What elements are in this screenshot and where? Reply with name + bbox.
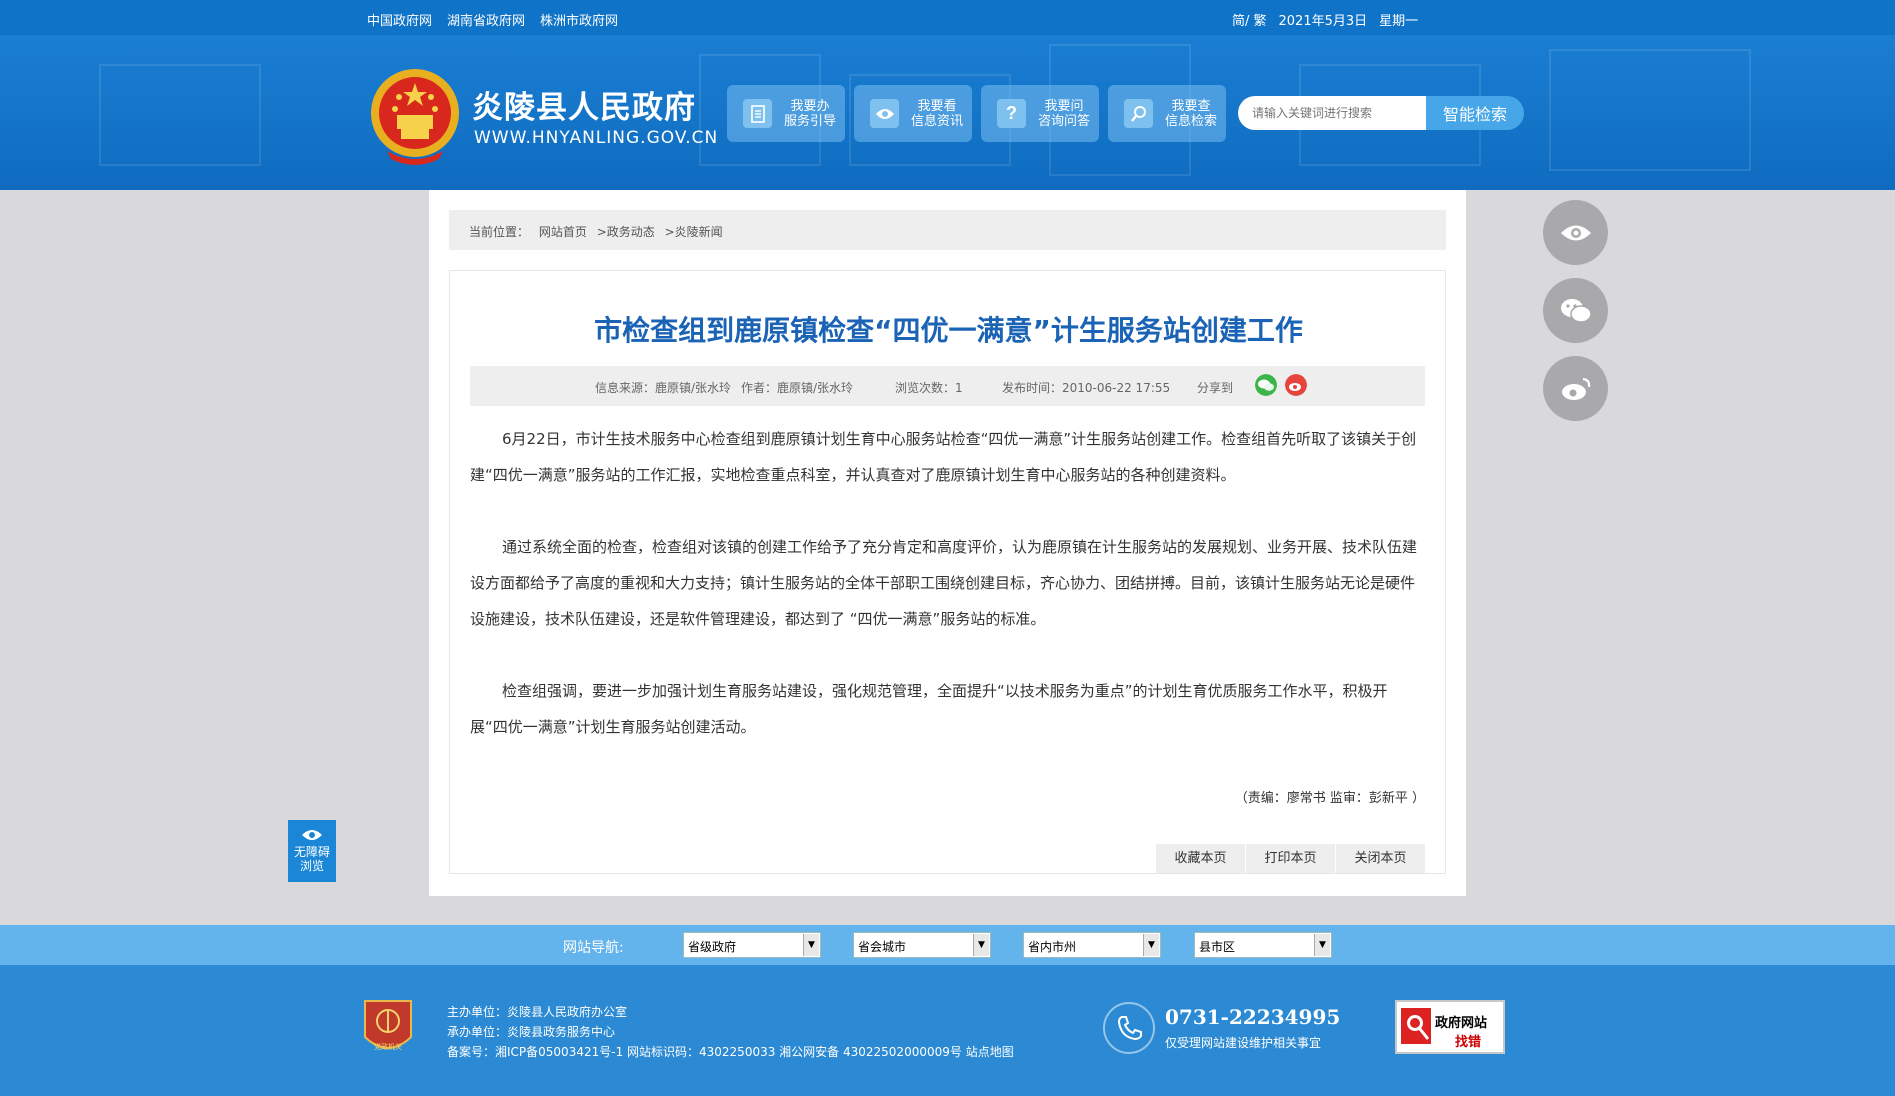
site-header: 炎陵县人民政府 WWW.HNYANLING.GOV.CN 我要办 服务引导 我要看… [0,35,1895,190]
weekday-text: 星期一 [1379,14,1419,29]
meta-author: 作者：鹿原镇/张水玲 [741,381,854,395]
button-sublabel: 咨询问答 [1038,114,1091,129]
magnifier-icon [1401,1008,1431,1044]
gov-site-error-report-button[interactable]: 政府网站 找错 [1395,1000,1505,1054]
chevron-down-icon: ▼ [1143,934,1159,956]
weibo-icon [1561,377,1590,400]
national-emblem-icon [371,69,459,165]
close-page-button[interactable]: 关闭本页 [1335,844,1425,873]
top-right: 简/ 繁 2021年5月3日 星期一 [1232,10,1418,29]
breadcrumb-home[interactable]: 网站首页 [539,225,587,239]
button-sublabel: 服务引导 [784,114,837,129]
meta-published: 发布时间：2010-06-22 17:55 [1002,381,1171,395]
paragraph: 6月22日，市计生技术服务中心检查组到鹿原镇计划生育中心服务站检查“四优一满意”… [470,430,1417,484]
main-panel: 当前位置： 网站首页 >政务动态 >炎陵新闻 市检查组到鹿原镇检查“四优一满意”… [429,190,1466,896]
chevron-down-icon: ▼ [1314,934,1330,956]
accessibility-button[interactable]: 无障碍 浏览 [288,820,336,882]
service-guide-button[interactable]: 我要办 服务引导 [727,85,845,142]
wechat-share-icon[interactable] [1255,374,1277,396]
weibo-share-icon[interactable] [1285,374,1307,396]
chevron-down-icon: ▼ [973,934,989,956]
question-icon: ? [997,99,1026,128]
editor-credits: （责编：廖常书 监审：彭新平 ） [1234,791,1425,806]
select-value: 省级政府 [688,940,737,954]
breadcrumb-news[interactable]: >炎陵新闻 [665,225,723,239]
capital-city-select[interactable]: 省会城市 ▼ [853,932,991,958]
phone-number: 0731-22234995 [1165,1005,1341,1029]
select-value: 省内市州 [1028,940,1077,954]
site-title: 炎陵县人民政府 [472,90,696,126]
button-label: 我要问 [1044,99,1084,114]
float-wechat-button[interactable] [1543,278,1608,343]
eye-icon [302,830,322,840]
footer-organizer: 承办单位：炎陵县政务服务中心 [447,1025,616,1039]
breadcrumb-label: 当前位置： [469,225,530,239]
paragraph: 通过系统全面的检查，检查组对该镇的创建工作给予了充分肯定和高度评价，认为鹿原镇在… [470,538,1418,628]
article-meta: 信息来源：鹿原镇/张水玲 作者：鹿原镇/张水玲 浏览次数：1 发布时间：2010… [470,366,1425,406]
accessibility-sublabel: 浏览 [299,859,324,873]
print-page-button[interactable]: 打印本页 [1245,844,1335,873]
share-label: 分享到 [1197,381,1234,395]
eye-icon [870,99,899,128]
bookmark-page-button[interactable]: 收藏本页 [1155,844,1245,873]
link-china-gov[interactable]: 中国政府网 [367,10,432,29]
language-toggle[interactable]: 简/ 繁 [1232,10,1267,29]
meta-source: 信息来源：鹿原镇/张水玲 [595,381,732,395]
date-text: 2021年5月3日 [1278,14,1368,29]
button-sublabel: 信息资讯 [911,114,964,129]
article-title: 市检查组到鹿原镇检查“四优一满意”计生服务站创建工作 [594,314,1303,347]
breadcrumb-gov-affairs[interactable]: >政务动态 [597,225,655,239]
search-icon [1124,99,1153,128]
province-city-select[interactable]: 省内市州 ▼ [1023,932,1161,958]
site-nav-label: 网站导航: [563,940,624,956]
province-gov-select[interactable]: 省级政府 ▼ [683,932,821,958]
float-weibo-button[interactable] [1543,356,1608,421]
select-value: 省会城市 [858,940,907,954]
select-value: 县市区 [1199,940,1236,954]
top-links: 中国政府网 湖南省政府网 株洲市政府网 [367,10,618,29]
phone-note: 仅受理网站建设维护相关事宜 [1165,1036,1322,1050]
chevron-down-icon: ▼ [803,934,819,956]
accessibility-label: 无障碍 [293,845,330,859]
badge-text: 党政机关 [374,1042,402,1051]
breadcrumb: 当前位置： 网站首页 >政务动态 >炎陵新闻 [449,210,1446,250]
smart-search-button[interactable]: 智能检索 [1426,96,1524,130]
party-gov-badge-icon[interactable]: 党政机关 [361,997,415,1059]
footer-host: 主办单位：炎陵县人民政府办公室 [447,1005,628,1019]
info-search-button[interactable]: 我要查 信息检索 [1108,85,1226,142]
search-input[interactable] [1238,96,1426,130]
eye-icon [1560,225,1591,240]
site-footer: 党政机关 主办单位：炎陵县人民政府办公室 承办单位：炎陵县政务服务中心 备案号：… [0,965,1895,1096]
footer-info: 主办单位：炎陵县人民政府办公室 承办单位：炎陵县政务服务中心 备案号：湘ICP备… [447,1002,1014,1062]
county-district-select[interactable]: 县市区 ▼ [1194,932,1332,958]
article: 市检查组到鹿原镇检查“四优一满意”计生服务站创建工作 信息来源：鹿原镇/张水玲 … [449,270,1446,874]
top-bar: 中国政府网 湖南省政府网 株洲市政府网 简/ 繁 2021年5月3日 星期一 [0,0,1895,35]
site-nav-band: 网站导航: 省级政府 ▼ 省会城市 ▼ 省内市州 ▼ 县市区 ▼ [0,925,1895,965]
page-tools: 收藏本页 打印本页 关闭本页 [1155,844,1425,873]
meta-views: 浏览次数：1 [895,381,963,395]
info-news-button[interactable]: 我要看 信息资讯 [854,85,972,142]
wechat-icon [1560,298,1592,323]
button-sublabel: 信息检索 [1165,114,1218,129]
document-icon [743,99,772,128]
button-label: 我要办 [790,99,830,114]
phone-icon [1103,1002,1155,1054]
footer-icp: 备案号：湘ICP备05003421号-1 网站标识码：4302250033 湘公… [447,1045,1014,1059]
error-report-label: 政府网站 [1435,1016,1488,1031]
float-view-button[interactable] [1543,200,1608,265]
error-report-sublabel: 找错 [1455,1035,1482,1050]
article-content: 6月22日，市计生技术服务中心检查组到鹿原镇计划生育中心服务站检查“四优一满意”… [470,421,1425,781]
site-url: WWW.HNYANLING.GOV.CN [474,128,719,148]
button-label: 我要看 [917,99,957,114]
link-zhuzhou-gov[interactable]: 株洲市政府网 [540,10,618,29]
link-hunan-gov[interactable]: 湖南省政府网 [447,10,525,29]
consult-qa-button[interactable]: ? 我要问 咨询问答 [981,85,1099,142]
paragraph: 检查组强调，要进一步加强计划生育服务站建设，强化规范管理，全面提升“以技术服务为… [470,682,1388,736]
button-label: 我要查 [1171,99,1211,114]
